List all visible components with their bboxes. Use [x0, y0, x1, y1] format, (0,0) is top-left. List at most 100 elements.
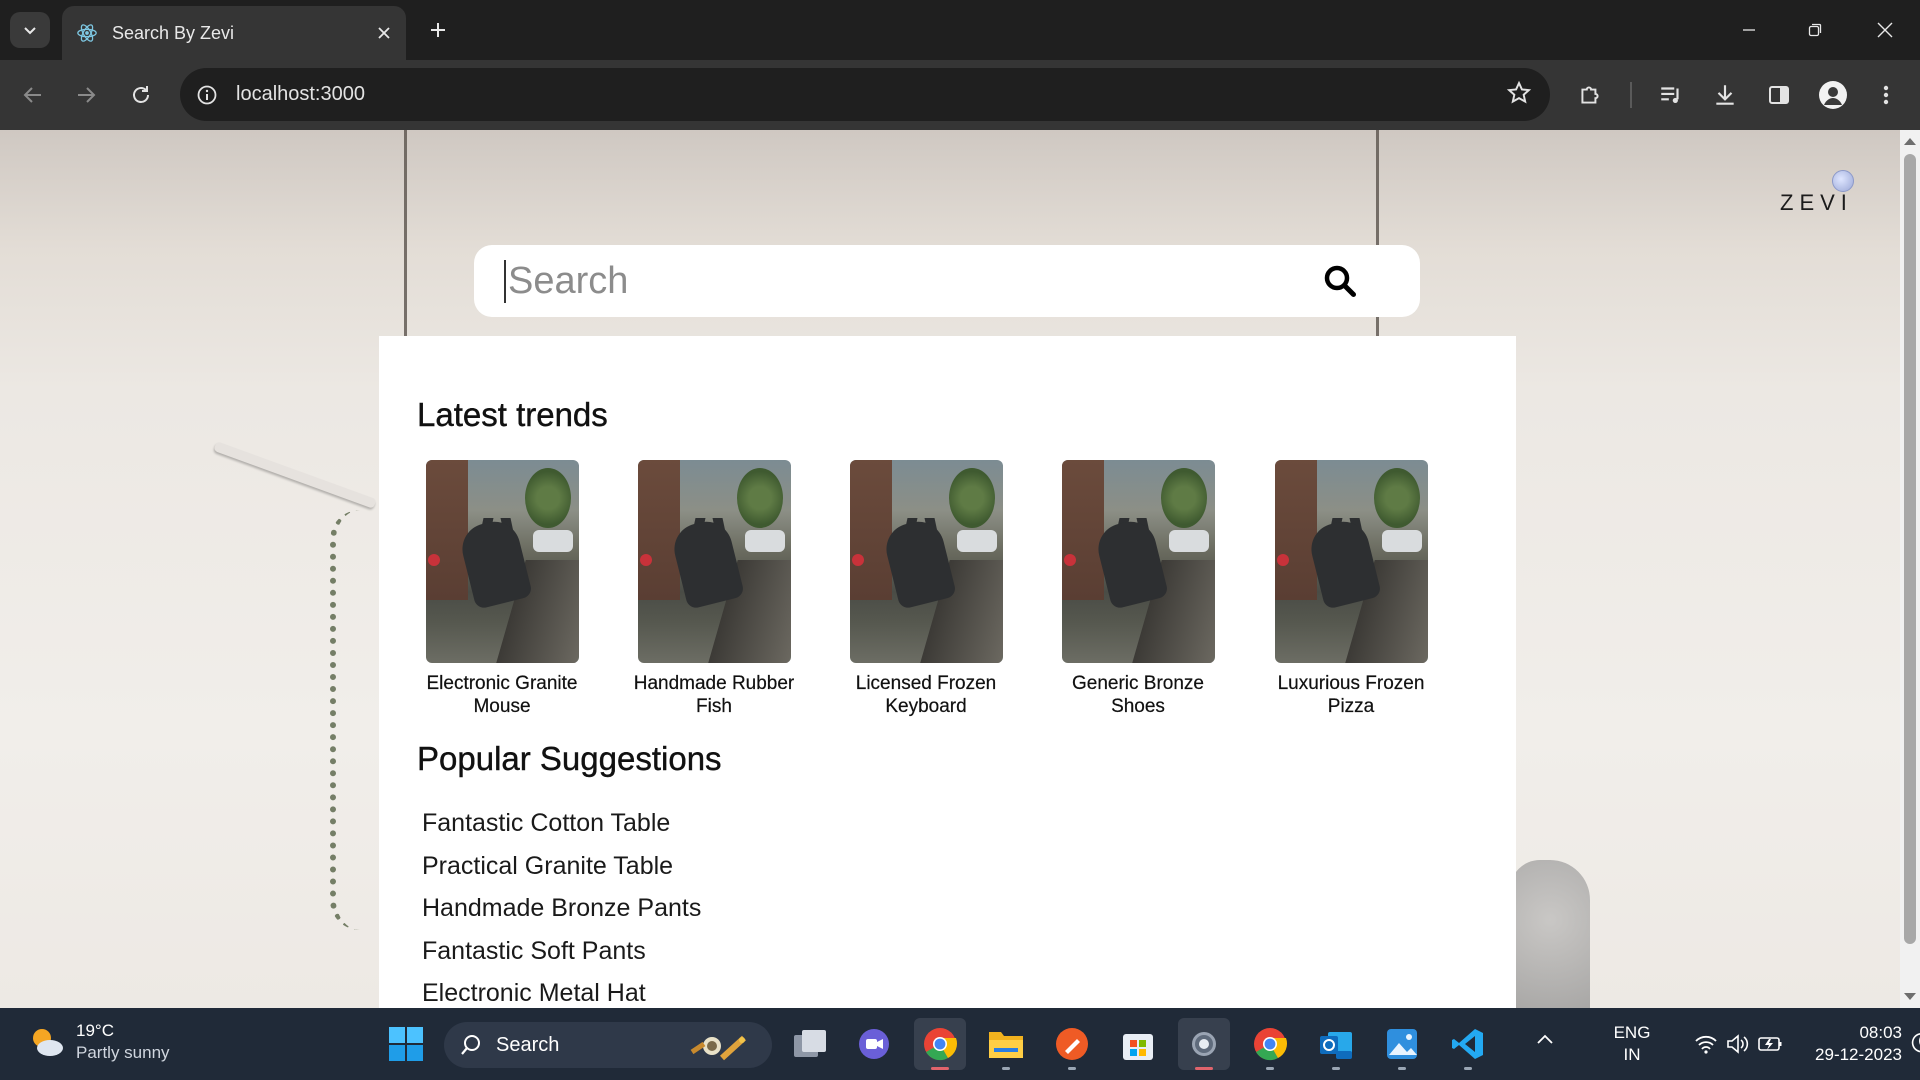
trend-card[interactable]: Electronic Granite Mouse: [417, 460, 587, 718]
taskbar-search[interactable]: Search: [444, 1022, 772, 1068]
wifi-icon[interactable]: [1694, 1034, 1718, 1054]
tab-search-button[interactable]: [10, 12, 50, 48]
region-code: IN: [1623, 1045, 1641, 1064]
trend-product-name[interactable]: Luxurious Frozen Pizza: [1266, 672, 1436, 718]
app-running-indicator: [931, 1067, 949, 1070]
trend-product-name[interactable]: Licensed Frozen Keyboard: [841, 672, 1011, 718]
trend-product-name[interactable]: Handmade Rubber Fish: [629, 672, 799, 718]
background-beam: [404, 130, 407, 340]
taskbar-app-outlook[interactable]: [1310, 1018, 1362, 1070]
app-running-indicator: [1464, 1067, 1472, 1070]
browser-tab-active[interactable]: Search By Zevi: [62, 6, 406, 60]
browser-menu-button[interactable]: [1866, 75, 1906, 115]
media-controls-button[interactable]: [1651, 75, 1691, 115]
taskbar-search-label: Search: [496, 1033, 560, 1056]
postman-icon: [1056, 1028, 1088, 1060]
trend-product-name[interactable]: Generic Bronze Shoes: [1053, 672, 1223, 718]
trend-product-image[interactable]: [1274, 460, 1428, 663]
taskbar-app-file-explorer[interactable]: [980, 1018, 1032, 1070]
taskbar-app-vscode[interactable]: [1442, 1018, 1494, 1070]
windows-taskbar: 19°C Partly sunny Search ENG IN 08:03 29…: [0, 1008, 1920, 1080]
app-running-indicator: [1068, 1067, 1076, 1070]
input-language-indicator[interactable]: ENG IN: [1602, 1022, 1662, 1066]
scroll-up-arrow[interactable]: [1904, 138, 1916, 145]
reload-button[interactable]: [121, 75, 161, 115]
taskbar-app-settings[interactable]: [1178, 1018, 1230, 1070]
scroll-down-arrow[interactable]: [1904, 993, 1916, 1000]
download-icon: [1716, 85, 1734, 105]
taskbar-app-store[interactable]: [1112, 1018, 1164, 1070]
extensions-button[interactable]: [1570, 75, 1610, 115]
trend-product-image[interactable]: [425, 460, 579, 663]
forward-button[interactable]: [66, 75, 106, 115]
start-button[interactable]: [380, 1018, 432, 1070]
taskbar-app-chrome[interactable]: [914, 1018, 966, 1070]
taskbar-app-teams[interactable]: [848, 1018, 900, 1070]
restore-button[interactable]: [1782, 0, 1848, 60]
search-bar: [474, 245, 1420, 317]
side-panel-button[interactable]: [1759, 75, 1799, 115]
scrollbar-thumb[interactable]: [1904, 154, 1916, 944]
search-input[interactable]: [504, 259, 1320, 303]
address-bar[interactable]: localhost:3000: [180, 68, 1550, 121]
restore-icon: [1808, 23, 1822, 37]
trend-card[interactable]: Generic Bronze Shoes: [1053, 460, 1223, 718]
taskbar-app-postman[interactable]: [1046, 1018, 1098, 1070]
app-running-indicator: [1002, 1067, 1010, 1070]
taskbar-app-photos[interactable]: [1376, 1018, 1428, 1070]
browser-tab-bar: Search By Zevi: [0, 0, 1920, 60]
site-info-icon[interactable]: [196, 84, 218, 106]
background-cloth: [1510, 860, 1590, 1008]
volume-icon[interactable]: [1725, 1033, 1749, 1055]
close-window-button[interactable]: [1852, 0, 1918, 60]
weather-condition: Partly sunny: [76, 1043, 170, 1062]
chrome-icon: [1254, 1028, 1288, 1061]
trend-product-image[interactable]: [637, 460, 791, 663]
trend-card[interactable]: Licensed Frozen Keyboard: [841, 460, 1011, 718]
browser-toolbar: localhost:3000: [0, 60, 1920, 130]
plus-icon: [431, 23, 445, 37]
suggestion-item[interactable]: Fantastic Soft Pants: [422, 930, 701, 973]
back-button[interactable]: [13, 75, 53, 115]
trend-product-image[interactable]: [849, 460, 1003, 663]
trend-product-name[interactable]: Electronic Granite Mouse: [417, 672, 587, 718]
taskbar-clock[interactable]: 08:03 29-12-2023: [1802, 1022, 1902, 1066]
background-branch: [213, 441, 377, 509]
show-hidden-icons-button[interactable]: [1536, 1032, 1554, 1050]
trend-card[interactable]: Handmade Rubber Fish: [629, 460, 799, 718]
task-view-button[interactable]: [784, 1018, 836, 1070]
arrow-right-icon: [78, 87, 96, 103]
battery-icon[interactable]: [1757, 1034, 1783, 1054]
suggestion-list: Fantastic Cotton Table Practical Granite…: [422, 802, 701, 1008]
bookmark-star-icon[interactable]: [1506, 80, 1532, 106]
app-running-indicator: [1332, 1067, 1340, 1070]
downloads-button[interactable]: [1705, 75, 1745, 115]
suggestion-item[interactable]: Practical Granite Table: [422, 845, 701, 888]
trend-card[interactable]: Luxurious Frozen Pizza: [1266, 460, 1436, 718]
taskbar-app-chrome-profile[interactable]: [1244, 1018, 1296, 1070]
language-code: ENG: [1613, 1023, 1651, 1042]
suggestion-item[interactable]: Electronic Metal Hat: [422, 972, 701, 1008]
suggestion-item[interactable]: Fantastic Cotton Table: [422, 802, 701, 845]
playlist-icon: [1661, 87, 1679, 104]
weather-widget[interactable]: 19°C Partly sunny: [26, 1020, 170, 1064]
search-button[interactable]: [1320, 261, 1360, 301]
minimize-button[interactable]: [1716, 0, 1782, 60]
profile-button[interactable]: [1813, 75, 1853, 115]
focus-moon-icon[interactable]: [1910, 1032, 1920, 1054]
logo-dot: [1832, 170, 1854, 192]
page-scrollbar[interactable]: [1900, 130, 1920, 1008]
outlook-icon: [1320, 1032, 1352, 1059]
clock-date: 29-12-2023: [1815, 1045, 1902, 1064]
search-icon: [461, 1035, 480, 1055]
new-tab-button[interactable]: [422, 12, 454, 48]
suggestion-item[interactable]: Handmade Bronze Pants: [422, 887, 701, 930]
brand-text: ZEVI: [1780, 190, 1853, 215]
search-icon: [1324, 265, 1356, 297]
vscode-icon: [1452, 1029, 1483, 1059]
trend-product-image[interactable]: [1061, 460, 1215, 663]
close-icon: [1877, 22, 1893, 38]
folder-icon: [989, 1032, 1023, 1058]
react-logo-icon: [77, 24, 97, 42]
close-tab-icon[interactable]: [376, 25, 392, 41]
